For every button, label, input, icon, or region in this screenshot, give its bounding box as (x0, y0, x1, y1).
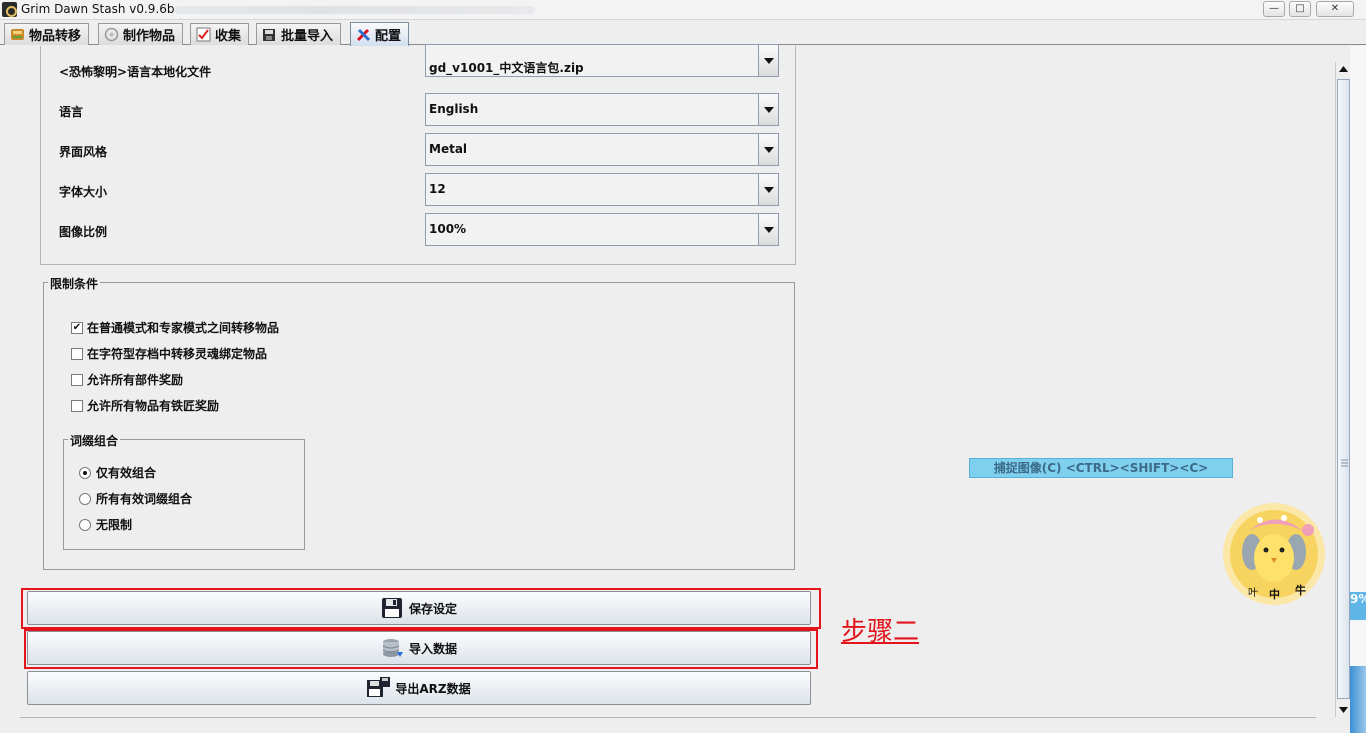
blurred-title-area (175, 6, 535, 14)
mascot-text: 中 (1269, 588, 1280, 601)
transfer-icon (10, 27, 25, 42)
minimize-button[interactable]: — (1263, 1, 1285, 17)
radio-all-valid-affixes[interactable]: 所有有效词缀组合 (79, 490, 192, 507)
mascot-text: 牛 (1295, 584, 1306, 597)
checkbox-checked[interactable]: ✔ (71, 321, 83, 334)
radio-unselected[interactable] (79, 518, 91, 531)
font-size-combo[interactable]: 12 (425, 173, 779, 206)
maximize-button[interactable]: □ (1289, 1, 1311, 17)
tab-label: 物品转移 (29, 29, 82, 44)
tab-item-transfer[interactable]: 物品转移 (4, 23, 90, 45)
affix-combination-title: 词缀组合 (68, 432, 121, 449)
radio-unselected[interactable] (79, 492, 91, 505)
scroll-down-icon[interactable] (1336, 702, 1351, 717)
import-icon (262, 27, 277, 42)
window-title: Grim Dawn Stash v0.9.6b (21, 2, 175, 16)
tab-label: 配置 (375, 29, 402, 44)
font-size-label: 字体大小 (59, 185, 108, 199)
checkbox-label: 允许所有部件奖励 (87, 373, 184, 387)
tab-item-collection[interactable]: 收集 (190, 23, 250, 45)
look-and-feel-combo[interactable]: Metal (425, 133, 779, 166)
collection-icon (196, 27, 211, 42)
app-icon (2, 2, 17, 17)
export-arz-button[interactable]: 导出ARZ数据 (27, 671, 811, 705)
annotation-highlight-import (24, 629, 818, 669)
combo-value: 100% (429, 222, 467, 236)
checkbox-transfer-sc-hc[interactable]: ✔ 在普通模式和专家模式之间转移物品 (71, 319, 279, 336)
image-scale-combo[interactable]: 100% (425, 213, 779, 246)
radio-label: 所有有效词缀组合 (96, 492, 193, 506)
combo-value: gd_v1001_中文语言包.zip (429, 61, 584, 75)
restrictions-title: 限制条件 (48, 275, 101, 292)
combo-value: Metal (429, 142, 468, 156)
radio-label: 仅有效组合 (96, 466, 157, 480)
chevron-down-icon[interactable] (758, 134, 778, 165)
language-combo[interactable]: English (425, 93, 779, 126)
chevron-down-icon[interactable] (758, 174, 778, 205)
button-label: 导出ARZ数据 (395, 681, 471, 696)
language-label: 语言 (59, 105, 84, 119)
image-scale-label: 图像比例 (59, 225, 108, 239)
tab-item-craft[interactable]: 制作物品 (98, 23, 184, 45)
checkbox-blacksmith-bonus[interactable]: 允许所有物品有铁匠奖励 (71, 397, 219, 414)
checkbox-soulbound[interactable]: 在字符型存档中转移灵魂绑定物品 (71, 345, 267, 362)
checkbox-unchecked[interactable] (71, 347, 83, 360)
craft-icon (104, 27, 119, 42)
look-and-feel-label: 界面风格 (59, 145, 108, 159)
floppy-export-icon (367, 677, 391, 699)
divider (20, 717, 1316, 718)
title-bar: Grim Dawn Stash v0.9.6b — □ ✕ (0, 0, 1366, 20)
capture-image-bar[interactable]: 捕捉图像(C) <CTRL><SHIFT><C> (969, 458, 1233, 478)
tab-bar: 物品转移 制作物品 收集 批量导入 配置 (0, 21, 1366, 46)
annotation-step-text: 步骤二 (841, 617, 920, 647)
scroll-up-icon[interactable] (1336, 62, 1351, 77)
chevron-down-icon[interactable] (758, 94, 778, 125)
close-button[interactable]: ✕ (1316, 1, 1354, 17)
vertical-scrollbar[interactable] (1335, 62, 1350, 717)
tab-item-batch-import[interactable]: 批量导入 (256, 23, 342, 45)
radio-unrestricted[interactable]: 无限制 (79, 516, 132, 533)
mascot-text: 叶 (1248, 588, 1258, 599)
window-edge (1350, 46, 1366, 733)
config-panel: <恐怖黎明>语言本地化文件 gd_v1001_中文语言包.zip 语言 Engl… (0, 44, 1366, 733)
radio-valid-combo-only[interactable]: 仅有效组合 (79, 464, 156, 481)
localization-file-combo[interactable]: gd_v1001_中文语言包.zip (425, 44, 779, 77)
checkbox-component-bonus[interactable]: 允许所有部件奖励 (71, 371, 183, 388)
tab-label: 收集 (215, 29, 242, 44)
checkbox-label: 在字符型存档中转移灵魂绑定物品 (87, 347, 268, 361)
edge-badge: 9% (1350, 592, 1366, 620)
combo-value: 12 (429, 182, 446, 196)
checkbox-unchecked[interactable] (71, 399, 83, 412)
checkbox-label: 在普通模式和专家模式之间转移物品 (87, 321, 280, 335)
tab-item-config[interactable]: 配置 (350, 22, 410, 46)
checkbox-unchecked[interactable] (71, 373, 83, 386)
scroll-thumb[interactable] (1337, 79, 1350, 699)
mascot-avatar[interactable]: 叶 中 牛 (1222, 502, 1326, 606)
chevron-down-icon[interactable] (758, 45, 778, 76)
tab-label: 批量导入 (281, 29, 334, 44)
annotation-highlight-save (21, 588, 821, 629)
edge-widget (1350, 666, 1366, 733)
checkbox-label: 允许所有物品有铁匠奖励 (87, 399, 220, 413)
chevron-down-icon[interactable] (758, 214, 778, 245)
config-icon (356, 27, 371, 42)
radio-label: 无限制 (96, 518, 133, 532)
tab-label: 制作物品 (123, 29, 176, 44)
combo-value: English (429, 102, 479, 116)
localization-file-label: <恐怖黎明>语言本地化文件 (59, 65, 212, 79)
radio-selected[interactable] (79, 466, 91, 479)
